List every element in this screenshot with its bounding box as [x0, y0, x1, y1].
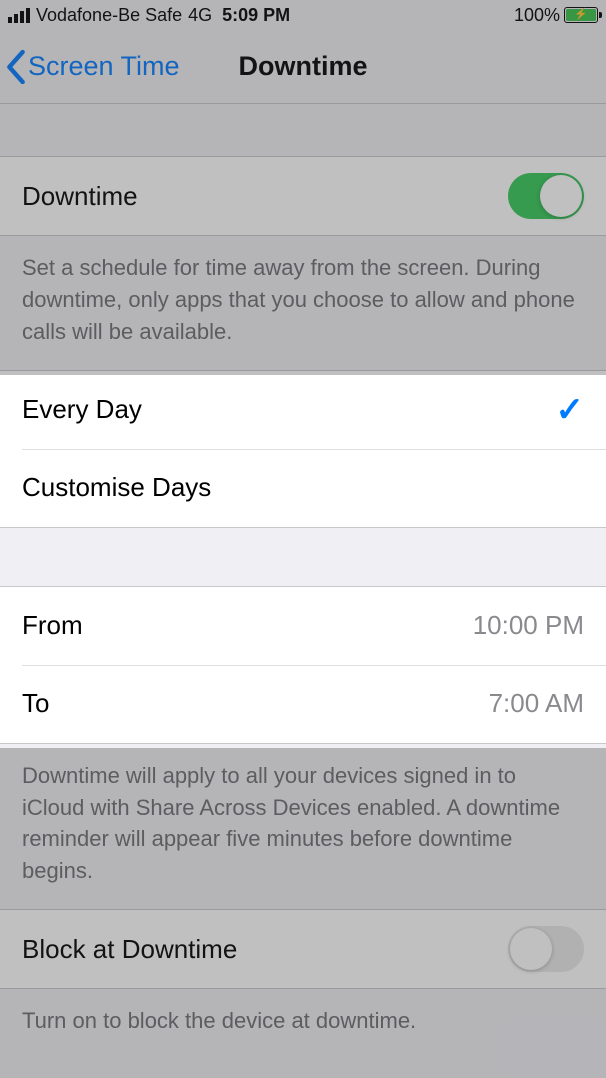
- signal-icon: [8, 7, 30, 23]
- clock-label: 5:09 PM: [222, 5, 290, 26]
- chevron-left-icon: [6, 50, 26, 84]
- carrier-label: Vodafone-Be Safe: [36, 5, 182, 26]
- from-value: 10:00 PM: [473, 610, 584, 641]
- downtime-toggle-group: Downtime: [0, 156, 606, 236]
- downtime-toggle-label: Downtime: [22, 181, 138, 212]
- to-value: 7:00 AM: [489, 688, 584, 719]
- customise-days-label: Customise Days: [22, 472, 211, 503]
- schedule-mode-group: Every Day ✓ Customise Days: [0, 370, 606, 528]
- back-label: Screen Time: [28, 51, 180, 82]
- battery-pct-label: 100%: [514, 5, 560, 26]
- downtime-description: Set a schedule for time away from the sc…: [0, 236, 606, 370]
- battery-icon: ⚡: [564, 7, 598, 23]
- to-label: To: [22, 688, 49, 719]
- checkmark-icon: ✓: [556, 390, 585, 430]
- nav-bar: Screen Time Downtime: [0, 30, 606, 104]
- to-time-row[interactable]: To 7:00 AM: [0, 665, 606, 743]
- time-range-group: From 10:00 PM To 7:00 AM: [0, 586, 606, 744]
- back-button[interactable]: Screen Time: [0, 50, 180, 84]
- from-label: From: [22, 610, 83, 641]
- network-label: 4G: [188, 5, 212, 26]
- block-toggle[interactable]: [508, 926, 584, 972]
- customise-days-row[interactable]: Customise Days: [0, 449, 606, 527]
- block-footer: Turn on to block the device at downtime.: [0, 989, 606, 1059]
- from-time-row[interactable]: From 10:00 PM: [0, 587, 606, 665]
- status-bar: Vodafone-Be Safe 4G 5:09 PM 100% ⚡: [0, 0, 606, 30]
- page-title: Downtime: [238, 51, 367, 82]
- block-toggle-row[interactable]: Block at Downtime: [0, 910, 606, 988]
- block-label: Block at Downtime: [22, 934, 237, 965]
- every-day-label: Every Day: [22, 394, 142, 425]
- block-group: Block at Downtime: [0, 909, 606, 989]
- downtime-toggle-row[interactable]: Downtime: [0, 157, 606, 235]
- downtime-toggle[interactable]: [508, 173, 584, 219]
- time-range-footer: Downtime will apply to all your devices …: [0, 744, 606, 910]
- every-day-row[interactable]: Every Day ✓: [0, 371, 606, 449]
